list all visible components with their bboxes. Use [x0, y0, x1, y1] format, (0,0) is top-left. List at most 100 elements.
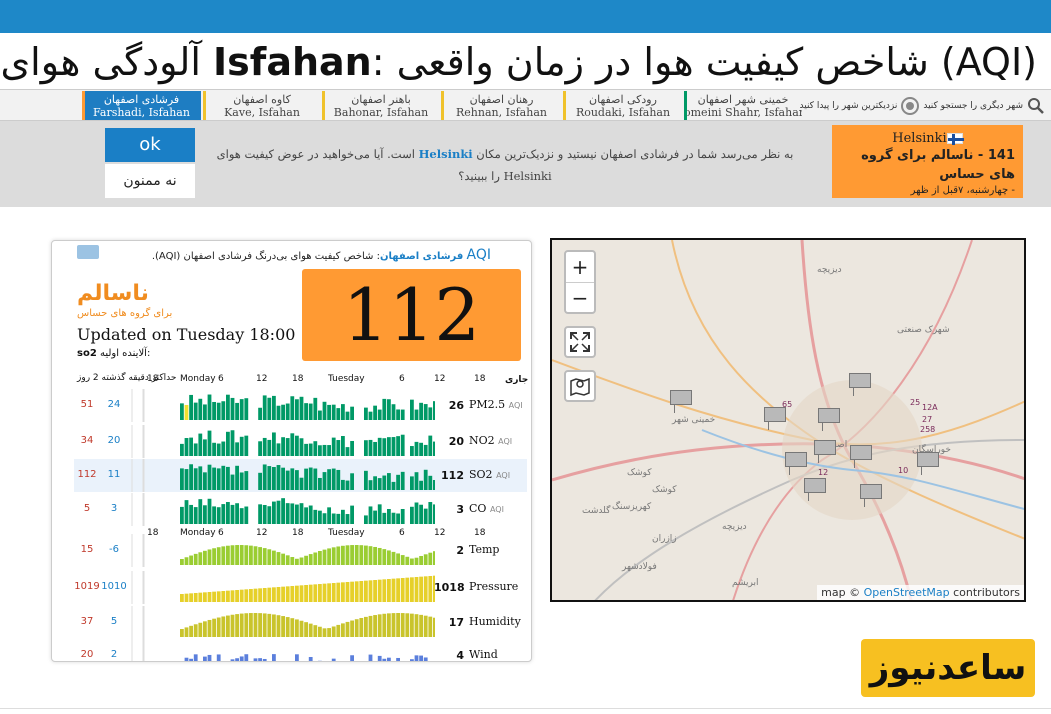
station-tab-rehnan[interactable]: رهنان اصفهان Rehnan, Isfahan — [441, 91, 562, 120]
sparkline-bar — [230, 397, 235, 420]
station-marker[interactable] — [814, 440, 836, 463]
pollutant-row[interactable]: 34 20 20 NO2 AQI — [74, 425, 527, 458]
sparkline-bar — [410, 577, 414, 602]
sparkline-bar — [331, 547, 336, 565]
station-marker[interactable] — [917, 452, 939, 475]
table-icon[interactable] — [77, 245, 99, 259]
current-value: 20 — [448, 435, 464, 448]
station-title: فرشادی اصفهان — [380, 251, 464, 262]
map-town: گلدشت — [582, 506, 611, 516]
sparkline-bar — [423, 615, 428, 637]
zoom-out-button[interactable]: − — [566, 282, 594, 312]
sparkline-bar — [235, 545, 239, 565]
sparkline-bar — [180, 468, 184, 490]
sparkline-bar — [258, 658, 262, 661]
updated-time: Updated on Tuesday 18:00 — [77, 325, 296, 344]
sparkline-bar — [207, 498, 212, 524]
no-thanks-button[interactable]: نه ممنون — [105, 164, 195, 198]
sparkline-bar — [304, 443, 308, 456]
sparkline-bar — [272, 467, 276, 490]
location-icon[interactable] — [901, 96, 920, 115]
max-value: 51 — [80, 399, 94, 410]
sparkline-bar — [396, 409, 400, 420]
station-tab-roudaki[interactable]: رودکی اصفهان Roudaki, Isfahan — [563, 91, 683, 120]
station-name-en: Bahonar, Isfahan — [333, 106, 429, 119]
fullscreen-button[interactable] — [564, 326, 596, 358]
sparkline-bar — [184, 627, 189, 637]
sparkline-bar — [336, 408, 341, 420]
sparkline-bar — [239, 436, 244, 456]
nearest-city-label[interactable]: نزدیکترین شهر را پیدا کنید — [800, 101, 898, 111]
station-marker[interactable] — [764, 407, 786, 430]
pollutant-row[interactable]: 15 -6 2 Temp — [74, 534, 527, 567]
station-marker[interactable] — [850, 445, 872, 468]
sparkline-bar — [253, 613, 258, 637]
sparkline-bar — [295, 470, 299, 490]
sparkline-bar — [184, 557, 189, 565]
sparkline-bar — [331, 468, 336, 490]
station-marker[interactable] — [785, 452, 807, 475]
history-sparkline — [131, 389, 435, 422]
search-city-label[interactable]: شهر دیگری را جستجو کنید — [923, 101, 1023, 111]
station-marker[interactable] — [860, 484, 882, 507]
station-name-fa: خمینی شهر اصفهان — [697, 93, 789, 106]
suggested-city-link[interactable]: Helsinki — [419, 147, 473, 161]
sparkline-bar — [396, 657, 400, 661]
pollutant-row[interactable]: 1019 1010 1018 Pressure — [74, 571, 527, 604]
station-tab-khomeini-shahr[interactable]: خمینی شهر اصفهان omeini Shahr, Isfahan — [684, 91, 802, 120]
sparkline-bar — [212, 467, 216, 490]
sparkline-bar — [203, 472, 207, 490]
sparkline-bar — [428, 616, 433, 637]
zoom-in-button[interactable]: + — [566, 252, 594, 282]
current-value: 26 — [448, 399, 464, 412]
sparkline-bar — [391, 404, 396, 420]
sparkline-bar — [322, 628, 327, 637]
sparkline-bar — [405, 613, 410, 637]
map-town: کوشک — [627, 468, 652, 478]
sparkline-bar — [267, 613, 272, 637]
sparkline-bar — [198, 433, 203, 456]
pollutant-row[interactable]: 5 3 3 CO AQI — [74, 493, 527, 526]
pollutant-row[interactable]: 20 2 4 Wind — [74, 639, 527, 661]
sparkline-bar — [203, 621, 207, 637]
station-marker[interactable] — [818, 408, 840, 431]
sparkline-bar — [226, 545, 230, 565]
pollutant-row[interactable]: 51 24 26 PM2.5 AQI — [74, 389, 527, 422]
sparkline-bar — [364, 407, 368, 420]
sparkline-bar — [276, 443, 281, 456]
sparkline-bar — [419, 555, 423, 565]
time-axis-label: 6 — [399, 528, 405, 538]
sparkline-bar — [433, 504, 435, 524]
map-town: خمینی شهر — [672, 415, 716, 425]
search-icon[interactable] — [1027, 97, 1045, 115]
ok-button[interactable]: ok — [105, 128, 195, 162]
map-marker-label: 25 — [910, 398, 921, 407]
panel-header: AQI فرشادی اصفهان: شاخص کیفیت هوای بی‌در… — [152, 247, 491, 263]
min-value: 11 — [107, 469, 121, 480]
station-tab-farshadi[interactable]: فرشادی اصفهان Farshadi, Isfahan — [82, 91, 201, 120]
station-marker[interactable] — [670, 390, 692, 413]
aqi-status-sub: برای گروه های حساس — [77, 308, 173, 319]
history-header: حداکثر دقیقه گذشته 2 روز — [77, 373, 177, 383]
station-marker[interactable] — [849, 373, 871, 396]
osm-link[interactable]: OpenStreetMap — [864, 586, 950, 599]
station-marker[interactable] — [804, 478, 826, 501]
station-tab-bahonar[interactable]: باهنر اصفهان Bahonar, Isfahan — [322, 91, 440, 120]
sparkline-bar — [423, 404, 428, 420]
station-map[interactable]: دیزیچه شهرک صنعتی خمینی شهر کوشک کوشک که… — [550, 238, 1026, 602]
sparkline-bar — [235, 614, 239, 637]
sparkline-bar — [235, 503, 239, 524]
map-layers-button[interactable] — [564, 370, 596, 402]
sparkline-bar — [331, 513, 336, 524]
sparkline-bar — [345, 411, 350, 420]
pollutant-row[interactable]: 37 5 17 Humidity — [74, 606, 527, 639]
sparkline-bar — [396, 578, 400, 602]
sparkline-bar — [423, 657, 428, 661]
sparkline-bar — [276, 552, 281, 565]
pollutant-row[interactable]: 112 11 112 SO2 AQI — [74, 459, 527, 492]
helsinki-aqi-card[interactable]: Helsinki 141 - ناسالم برای گروه های حساس… — [832, 125, 1023, 198]
history-sparkline — [131, 571, 435, 604]
sparkline-bar — [230, 614, 235, 637]
station-tab-kave[interactable]: کاوه اصفهان Kave, Isfahan — [203, 91, 321, 120]
sparkline-bar — [304, 585, 308, 602]
